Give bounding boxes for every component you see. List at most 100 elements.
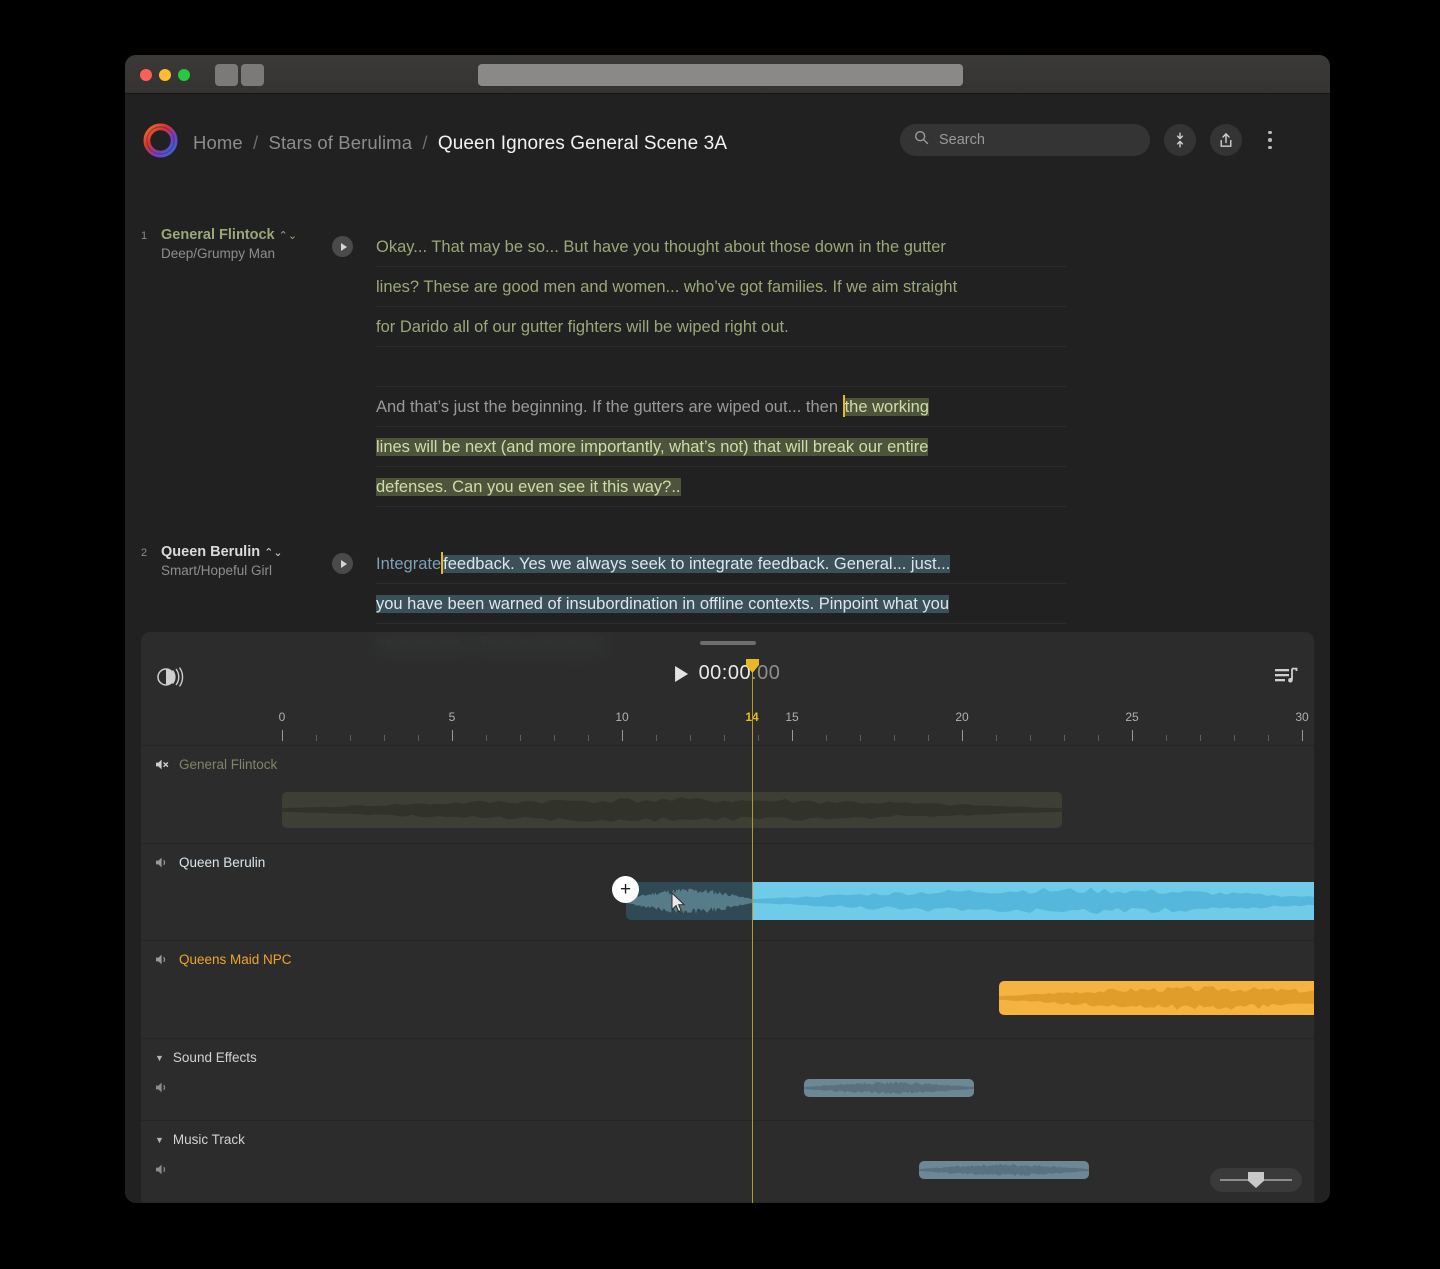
audio-clip[interactable] [626, 882, 1314, 920]
ruler-tick [1234, 735, 1235, 741]
search-input[interactable]: Search [900, 124, 1150, 156]
sound-waves-icon[interactable] [155, 666, 185, 688]
ruler-tick [622, 730, 623, 741]
audio-clip[interactable] [804, 1079, 974, 1097]
timeline-ruler[interactable]: 05101415202530 [141, 708, 1314, 746]
script-line[interactable]: Okay... That may be so... But have you t… [376, 227, 1066, 267]
minimize-window-button[interactable] [159, 69, 171, 81]
script-line[interactable]: lines? These are good men and women... w… [376, 267, 1066, 307]
ruler-tick [758, 735, 759, 741]
track-header: ▼ Sound Effects [155, 1050, 257, 1065]
timeline-header: 00:00:00 [141, 632, 1314, 708]
more-menu-button[interactable] [1258, 124, 1282, 156]
ruler-tick [962, 730, 963, 741]
script-line-blank[interactable] [376, 347, 1066, 387]
kebab-menu-icon-dot [1268, 130, 1272, 135]
play-button[interactable] [674, 665, 688, 682]
ruler-tick [1132, 730, 1133, 741]
speaker-icon[interactable] [155, 856, 170, 869]
audio-clip[interactable] [282, 792, 1062, 828]
audio-clip[interactable] [999, 981, 1314, 1015]
ruler-label: 30 [1295, 710, 1309, 724]
breadcrumb-item-project[interactable]: Stars of Berulima [269, 132, 413, 153]
ruler-tick [316, 735, 317, 741]
ruler-tick [1098, 735, 1099, 741]
close-window-button[interactable] [140, 69, 152, 81]
ruler-tick [1030, 735, 1031, 741]
timeline-track[interactable]: ▼ Sound Effects [141, 1039, 1314, 1121]
app-window: Home / Stars of Berulima / Queen Ignores… [125, 55, 1330, 1203]
script-line[interactable]: Integrate feedback. Yes we always seek to… [376, 544, 1066, 584]
playhead-line[interactable] [752, 670, 753, 1203]
chevron-down-icon[interactable]: ▼ [155, 1135, 164, 1145]
speaker-icon[interactable] [155, 953, 170, 966]
collapse-button[interactable] [1164, 124, 1196, 156]
speaker-muted-icon[interactable] [155, 758, 170, 771]
maximize-window-button[interactable] [178, 69, 190, 81]
share-button[interactable] [1210, 124, 1242, 156]
ruler-label: 5 [448, 710, 456, 724]
timeline-tracks: General Flintock Queen Berulin Queens Maid… [141, 746, 1314, 1203]
zoom-slider-handle[interactable] [1248, 1172, 1264, 1188]
breadcrumb: Home / Stars of Berulima / Queen Ignores… [193, 132, 727, 155]
play-icon [340, 559, 347, 568]
track-name: Sound Effects [172, 1050, 257, 1065]
timeline-track[interactable]: Queen Berulin [141, 844, 1314, 941]
kebab-menu-icon-dot [1268, 145, 1272, 150]
ruler-tick [724, 735, 725, 741]
script-line[interactable]: defenses. Can you even see it this way?.… [376, 467, 1066, 507]
address-bar[interactable] [478, 64, 963, 86]
script-line[interactable]: And that’s just the beginning. If the gu… [376, 387, 1066, 427]
ruler-label: 20 [955, 710, 969, 724]
toolbar-button-2[interactable] [241, 64, 264, 86]
timeline-track[interactable]: Queens Maid NPC [141, 941, 1314, 1039]
voice-label: Deep/Grumpy Man [161, 246, 276, 261]
ruler-tick [384, 735, 385, 741]
ruler-label: 15 [785, 710, 799, 724]
ruler-tick [826, 735, 827, 741]
track-name: Queen Berulin [179, 855, 266, 870]
track-header: Queens Maid NPC [155, 952, 292, 967]
script-editor[interactable]: 1 General Flintock ⌃⌄ Deep/Grumpy Man Oka… [125, 169, 1330, 1203]
music-list-icon[interactable] [1274, 666, 1298, 686]
chevron-updown-icon: ⌃⌄ [264, 547, 283, 559]
zoom-slider[interactable] [1210, 1168, 1302, 1192]
ruler-tick [418, 735, 419, 741]
script-line[interactable]: for Darido all of our gutter fighters wi… [376, 307, 1066, 347]
ruler-tick [452, 730, 453, 741]
timeline-track[interactable]: General Flintock [141, 746, 1314, 844]
toolbar-button-1[interactable] [215, 64, 238, 86]
speaker-name-queen-berulin[interactable]: Queen Berulin ⌃⌄ [161, 544, 283, 560]
track-header: ▼ Music Track [155, 1132, 245, 1147]
script-line[interactable]: you have been warned of insubordination … [376, 584, 1066, 624]
paragraph-1[interactable]: Okay... That may be so... But have you t… [376, 227, 1066, 387]
breadcrumb-item-home[interactable]: Home [193, 132, 243, 153]
search-placeholder: Search [939, 132, 985, 148]
ruler-tick [554, 735, 555, 741]
block-number: 1 [141, 230, 148, 242]
chevron-down-icon[interactable]: ▼ [155, 1053, 164, 1063]
ruler-tick [588, 735, 589, 741]
timeline-track[interactable]: ▼ Music Track [141, 1121, 1314, 1203]
ruler-tick [928, 735, 929, 741]
ruler-tick [1166, 735, 1167, 741]
play-line-button[interactable] [332, 236, 353, 257]
audio-clip[interactable] [919, 1161, 1089, 1179]
ruler-tick [486, 735, 487, 741]
paragraph-2[interactable]: And that’s just the beginning. If the gu… [376, 387, 1066, 507]
speaker-icon[interactable] [155, 1081, 170, 1094]
ruler-tick [1268, 735, 1269, 741]
mouse-cursor [671, 891, 687, 919]
script-line[interactable]: lines will be next (and more importantly… [376, 427, 1066, 467]
playhead-marker[interactable] [746, 659, 759, 673]
play-line-button[interactable] [332, 553, 353, 574]
app-header: Home / Stars of Berulima / Queen Ignores… [125, 94, 1330, 169]
ruler-tick [860, 735, 861, 741]
app-logo-ring-icon [143, 123, 178, 158]
speaker-icon[interactable] [155, 1163, 170, 1176]
track-name: General Flintock [179, 757, 278, 772]
ruler-tick [520, 735, 521, 741]
speaker-name-general-flintock[interactable]: General Flintock ⌃⌄ [161, 227, 297, 243]
timeline-panel: 00:00:00 05101415202530 General Flintock… [141, 632, 1314, 1203]
page-title: Queen Ignores General Scene 3A [437, 133, 728, 154]
